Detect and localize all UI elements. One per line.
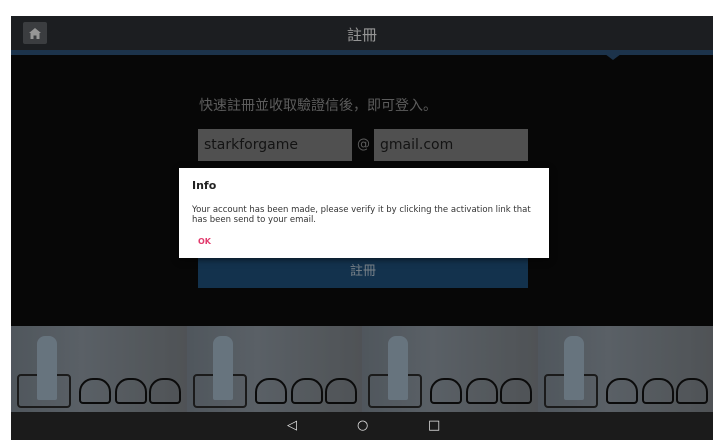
- dialog-title: Info: [192, 179, 217, 192]
- ok-button[interactable]: OK: [198, 237, 211, 246]
- info-dialog: Info Your account has been made, please …: [179, 168, 549, 258]
- home-nav-icon[interactable]: ○: [357, 418, 368, 433]
- dialog-message: Your account has been made, please verif…: [192, 205, 531, 225]
- system-nav-bar: ◁ ○ □: [11, 412, 713, 440]
- back-icon[interactable]: ◁: [287, 418, 297, 433]
- recents-icon[interactable]: □: [428, 418, 440, 433]
